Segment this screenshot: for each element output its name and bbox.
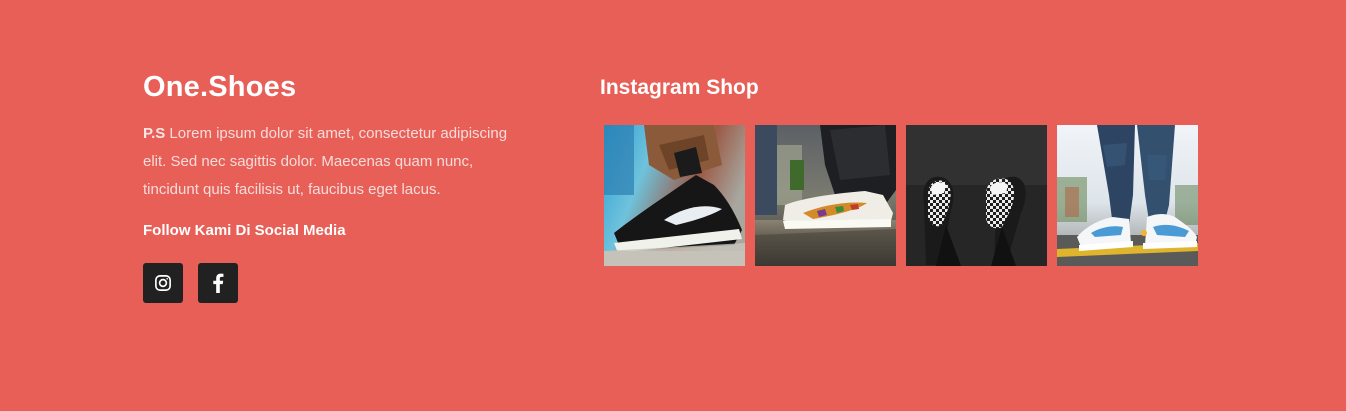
instagram-photo-3[interactable] bbox=[906, 125, 1047, 266]
facebook-icon bbox=[213, 273, 224, 293]
brand-logo-text[interactable]: One.Shoes bbox=[143, 70, 523, 104]
instagram-button[interactable] bbox=[143, 263, 183, 303]
instagram-photo-4[interactable] bbox=[1057, 125, 1198, 266]
instagram-shop-title: Instagram Shop bbox=[600, 76, 759, 99]
instagram-photo-1[interactable] bbox=[604, 125, 745, 266]
about-paragraph: P.S Lorem ipsum dolor sit amet, consecte… bbox=[143, 120, 523, 204]
facebook-button[interactable] bbox=[198, 263, 238, 303]
footer-about-column: One.Shoes P.S Lorem ipsum dolor sit amet… bbox=[143, 70, 523, 303]
follow-heading: Follow Kami Di Social Media bbox=[143, 222, 346, 239]
instagram-gallery bbox=[604, 125, 1198, 266]
about-prefix: P.S bbox=[143, 125, 166, 142]
instagram-photo-2[interactable] bbox=[755, 125, 896, 266]
social-links bbox=[143, 263, 523, 303]
instagram-icon bbox=[155, 275, 171, 291]
about-text: Lorem ipsum dolor sit amet, consectetur … bbox=[143, 125, 508, 198]
site-footer: One.Shoes P.S Lorem ipsum dolor sit amet… bbox=[0, 0, 1346, 411]
instagram-shop-column: Instagram Shop bbox=[600, 74, 1220, 266]
